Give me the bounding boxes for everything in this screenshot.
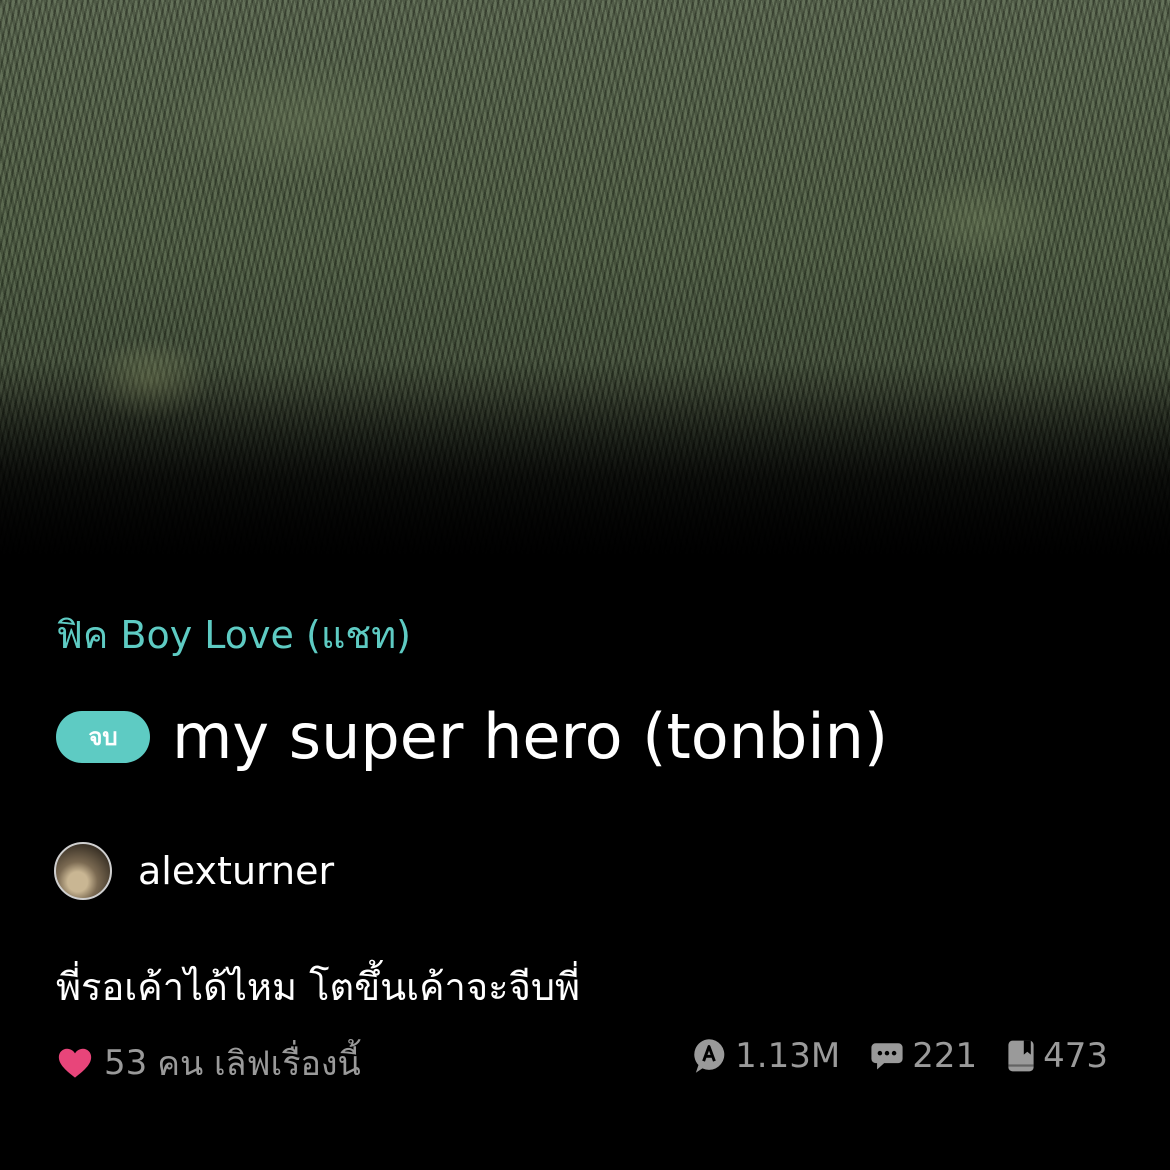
cover-image bbox=[0, 0, 1170, 560]
views-metric: 1.13M bbox=[691, 1036, 840, 1076]
love-label: คน เลิฟเรื่องนี้ bbox=[157, 1044, 361, 1084]
love-number: 53 bbox=[104, 1043, 148, 1083]
love-count[interactable]: 53 คน เลิฟเรื่องนี้ bbox=[56, 1036, 361, 1090]
heart-icon[interactable] bbox=[56, 1044, 94, 1082]
book-icon bbox=[1008, 1040, 1034, 1072]
views-count: 1.13M bbox=[735, 1036, 841, 1076]
story-blurb: พี่รอเค้าได้ไหม โตขึ้นเค้าจะจีบพี่ bbox=[56, 965, 581, 1009]
story-metrics: 1.13M 221 473 bbox=[691, 1036, 1108, 1076]
comments-metric: 221 bbox=[870, 1036, 977, 1076]
comment-icon bbox=[871, 1043, 903, 1070]
chapters-metric: 473 bbox=[1007, 1036, 1108, 1076]
story-title: my super hero (tonbin) bbox=[172, 700, 889, 773]
category-link[interactable]: ฟิค Boy Love (แชท) bbox=[56, 604, 411, 665]
chapters-count: 473 bbox=[1043, 1036, 1108, 1076]
stats-bar: 53 คน เลิฟเรื่องนี้ 1.13M 221 473 bbox=[0, 1036, 1170, 1086]
comments-count: 221 bbox=[912, 1036, 978, 1076]
status-badge: จบ bbox=[56, 710, 150, 763]
avatar[interactable] bbox=[54, 842, 112, 900]
title-row: จบ my super hero (tonbin) bbox=[56, 700, 888, 773]
author-row[interactable]: alexturner bbox=[54, 842, 334, 900]
reader-bubble-icon bbox=[694, 1039, 725, 1073]
author-name[interactable]: alexturner bbox=[138, 849, 334, 893]
